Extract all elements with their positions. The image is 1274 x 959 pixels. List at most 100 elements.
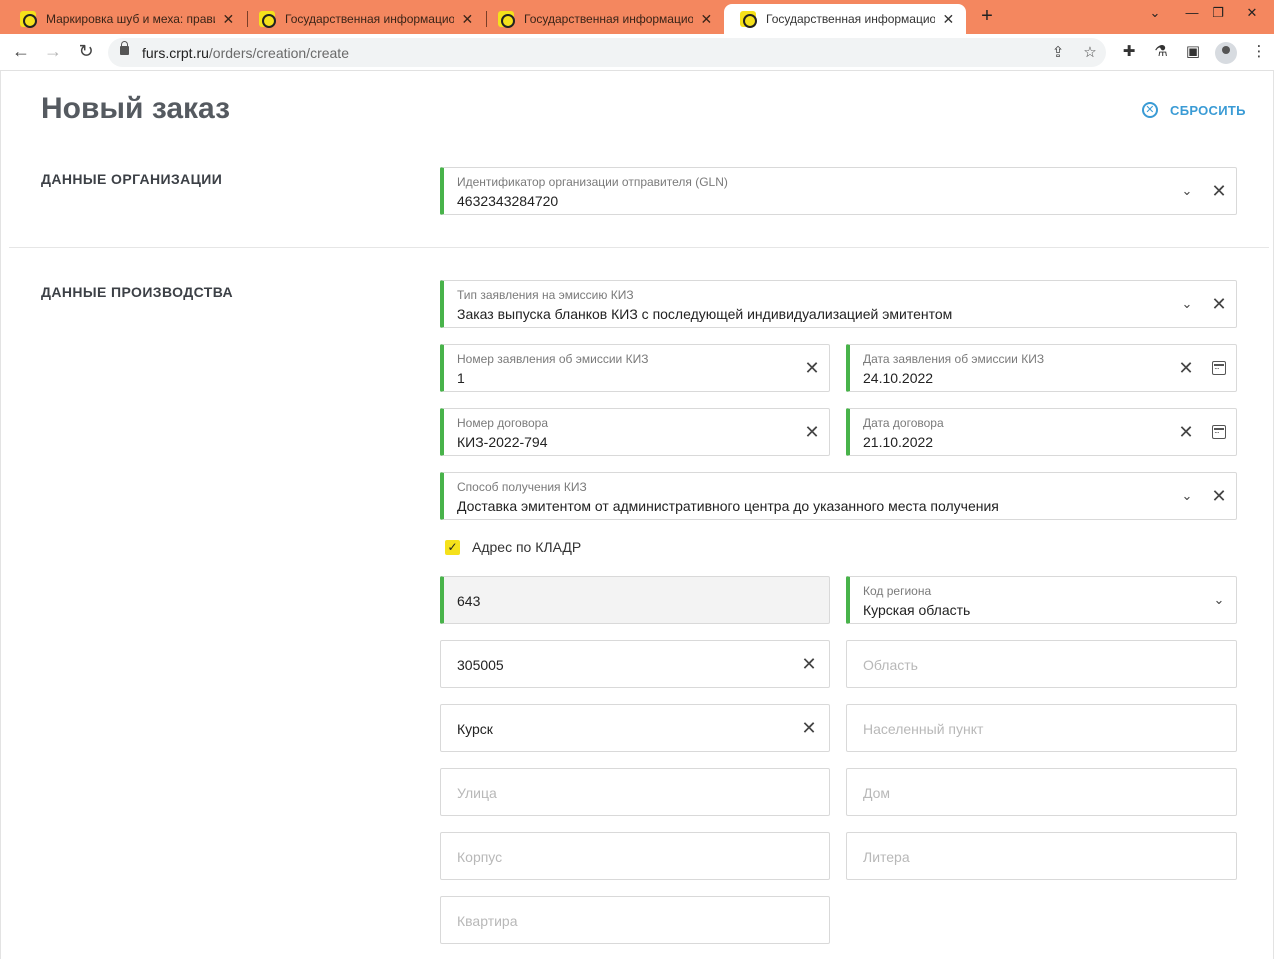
field-label: Способ получения КИЗ: [457, 480, 587, 494]
site-favicon-icon: [259, 11, 276, 28]
section-label-organization: ДАННЫЕ ОРГАНИЗАЦИИ: [41, 171, 223, 187]
calendar-icon[interactable]: [1212, 425, 1226, 439]
contract-date-input[interactable]: Дата договора 21.10.2022 ✕: [846, 408, 1237, 456]
kladr-checkbox-row[interactable]: ✓ Адрес по КЛАДР: [445, 539, 581, 555]
lock-icon[interactable]: [120, 41, 129, 55]
bookmark-star-icon[interactable]: ☆: [1080, 43, 1100, 61]
field-value: КИЗ-2022-794: [457, 434, 548, 450]
country-code-field: 643: [440, 576, 830, 624]
labs-flask-icon[interactable]: ⚗: [1151, 42, 1171, 60]
tab-search-chevron-icon[interactable]: ⌄: [1146, 5, 1164, 21]
field-placeholder: Населенный пункт: [863, 721, 984, 737]
field-label: Дата договора: [863, 416, 944, 430]
field-label: Тип заявления на эмиссию КИЗ: [457, 288, 634, 302]
clear-x-icon[interactable]: ✕: [802, 358, 822, 378]
application-number-input[interactable]: Номер заявления об эмиссии КИЗ 1 ✕: [440, 344, 830, 392]
tab-close-icon[interactable]: ✕: [699, 11, 714, 28]
browser-tab-3[interactable]: Государственная информацион ✕: [482, 4, 724, 34]
tab-close-icon[interactable]: ✕: [941, 11, 956, 28]
field-value: 1: [457, 370, 465, 386]
field-value: 4632343284720: [457, 193, 559, 209]
forward-arrow-icon[interactable]: →: [42, 41, 64, 62]
clear-x-icon[interactable]: ✕: [1209, 294, 1229, 314]
region-code-select[interactable]: Код региона Курская область ⌄: [846, 576, 1237, 624]
extensions-puzzle-icon[interactable]: ✚: [1119, 42, 1139, 60]
calendar-icon[interactable]: [1212, 361, 1226, 375]
field-label: Идентификатор организации отправителя (G…: [457, 175, 728, 189]
share-icon[interactable]: ⇪: [1048, 43, 1068, 61]
field-placeholder: Дом: [863, 785, 891, 801]
browser-tab-2[interactable]: Государственная информацион ✕: [243, 4, 485, 34]
page-content: Новый заказ ✕ СБРОСИТЬ ДАННЫЕ ОРГАНИЗАЦИ…: [0, 71, 1274, 959]
clear-x-icon[interactable]: ✕: [1209, 181, 1229, 201]
reset-circle-x-icon: ✕: [1142, 102, 1158, 118]
browser-tabstrip: Маркировка шуб и меха: прави ✕ Государст…: [0, 0, 1274, 34]
checkbox-checked-icon[interactable]: ✓: [445, 539, 460, 555]
locality-input[interactable]: Населенный пункт: [846, 704, 1237, 752]
clear-x-icon[interactable]: ✕: [802, 422, 822, 442]
tab-title: Государственная информацион: [766, 12, 935, 26]
reset-label: СБРОСИТЬ: [1170, 102, 1246, 118]
letter-input[interactable]: Литера: [846, 832, 1237, 880]
tab-title: Маркировка шуб и меха: прави: [46, 12, 215, 26]
back-arrow-icon[interactable]: ←: [10, 41, 32, 62]
clear-x-icon[interactable]: ✕: [1176, 358, 1196, 378]
field-value: Доставка эмитентом от административного …: [457, 498, 999, 514]
field-label: Номер заявления об эмиссии КИЗ: [457, 352, 649, 366]
street-input[interactable]: Улица: [440, 768, 830, 816]
field-value: 305005: [457, 657, 504, 673]
browser-tab-1[interactable]: Маркировка шуб и меха: прави ✕: [4, 4, 246, 34]
postcode-input[interactable]: 305005 ✕: [440, 640, 830, 688]
tab-title: Государственная информацион: [524, 12, 693, 26]
clear-x-icon[interactable]: ✕: [1176, 422, 1196, 442]
kladr-checkbox-label[interactable]: Адрес по КЛАДР: [472, 539, 581, 555]
oblast-input[interactable]: Область: [846, 640, 1237, 688]
reset-button[interactable]: ✕ СБРОСИТЬ: [1142, 102, 1246, 118]
receive-method-select[interactable]: Способ получения КИЗ Доставка эмитентом …: [440, 472, 1237, 520]
field-placeholder: Литера: [863, 849, 910, 865]
section-label-production: ДАННЫЕ ПРОИЗВОДСТВА: [41, 284, 234, 300]
browser-menu-icon[interactable]: ⋮: [1249, 42, 1269, 60]
field-label: Номер договора: [457, 416, 548, 430]
chevron-down-icon[interactable]: ⌄: [1177, 181, 1197, 201]
application-type-select[interactable]: Тип заявления на эмиссию КИЗ Заказ выпус…: [440, 280, 1237, 328]
field-value: Курская область: [863, 602, 971, 618]
tab-close-icon[interactable]: ✕: [460, 11, 475, 28]
address-bar[interactable]: furs.crpt.ru/orders/creation/create ⇪ ☆: [108, 38, 1106, 67]
site-favicon-icon: [498, 11, 515, 28]
url-path: /orders/creation/create: [208, 45, 349, 61]
restore-icon[interactable]: ❐: [1209, 5, 1227, 21]
field-value: 21.10.2022: [863, 434, 934, 450]
field-value: 24.10.2022: [863, 370, 934, 386]
tab-close-icon[interactable]: ✕: [221, 11, 236, 28]
minimize-icon[interactable]: —: [1183, 5, 1201, 20]
gln-select[interactable]: Идентификатор организации отправителя (G…: [440, 167, 1237, 215]
chevron-down-icon[interactable]: ⌄: [1209, 590, 1229, 610]
field-placeholder: Область: [863, 657, 918, 673]
field-placeholder: Корпус: [457, 849, 503, 865]
application-date-input[interactable]: Дата заявления об эмиссии КИЗ 24.10.2022…: [846, 344, 1237, 392]
page-title: Новый заказ: [41, 92, 231, 125]
clear-x-icon[interactable]: ✕: [799, 718, 819, 738]
field-label: Дата заявления об эмиссии КИЗ: [863, 352, 1045, 366]
contract-number-input[interactable]: Номер договора КИЗ-2022-794 ✕: [440, 408, 830, 456]
building-input[interactable]: Корпус: [440, 832, 830, 880]
apartment-input[interactable]: Квартира: [440, 896, 830, 944]
side-panel-icon[interactable]: ▣: [1183, 42, 1203, 60]
clear-x-icon[interactable]: ✕: [799, 654, 819, 674]
reload-icon[interactable]: ↻: [75, 41, 97, 62]
new-tab-icon[interactable]: +: [976, 5, 998, 28]
chevron-down-icon[interactable]: ⌄: [1177, 294, 1197, 314]
chevron-down-icon[interactable]: ⌄: [1177, 486, 1197, 506]
field-placeholder: Улица: [457, 785, 497, 801]
clear-x-icon[interactable]: ✕: [1209, 486, 1229, 506]
browser-tab-4-active[interactable]: Государственная информацион ✕: [724, 4, 966, 34]
city-input[interactable]: Курск ✕: [440, 704, 830, 752]
window-close-icon[interactable]: ✕: [1243, 5, 1261, 21]
field-value: 643: [457, 593, 481, 609]
url-text[interactable]: furs.crpt.ru/orders/creation/create: [142, 45, 349, 61]
house-input[interactable]: Дом: [846, 768, 1237, 816]
url-host: furs.crpt.ru: [142, 45, 209, 61]
field-value: Курск: [457, 721, 493, 737]
profile-avatar-icon[interactable]: [1215, 42, 1237, 64]
